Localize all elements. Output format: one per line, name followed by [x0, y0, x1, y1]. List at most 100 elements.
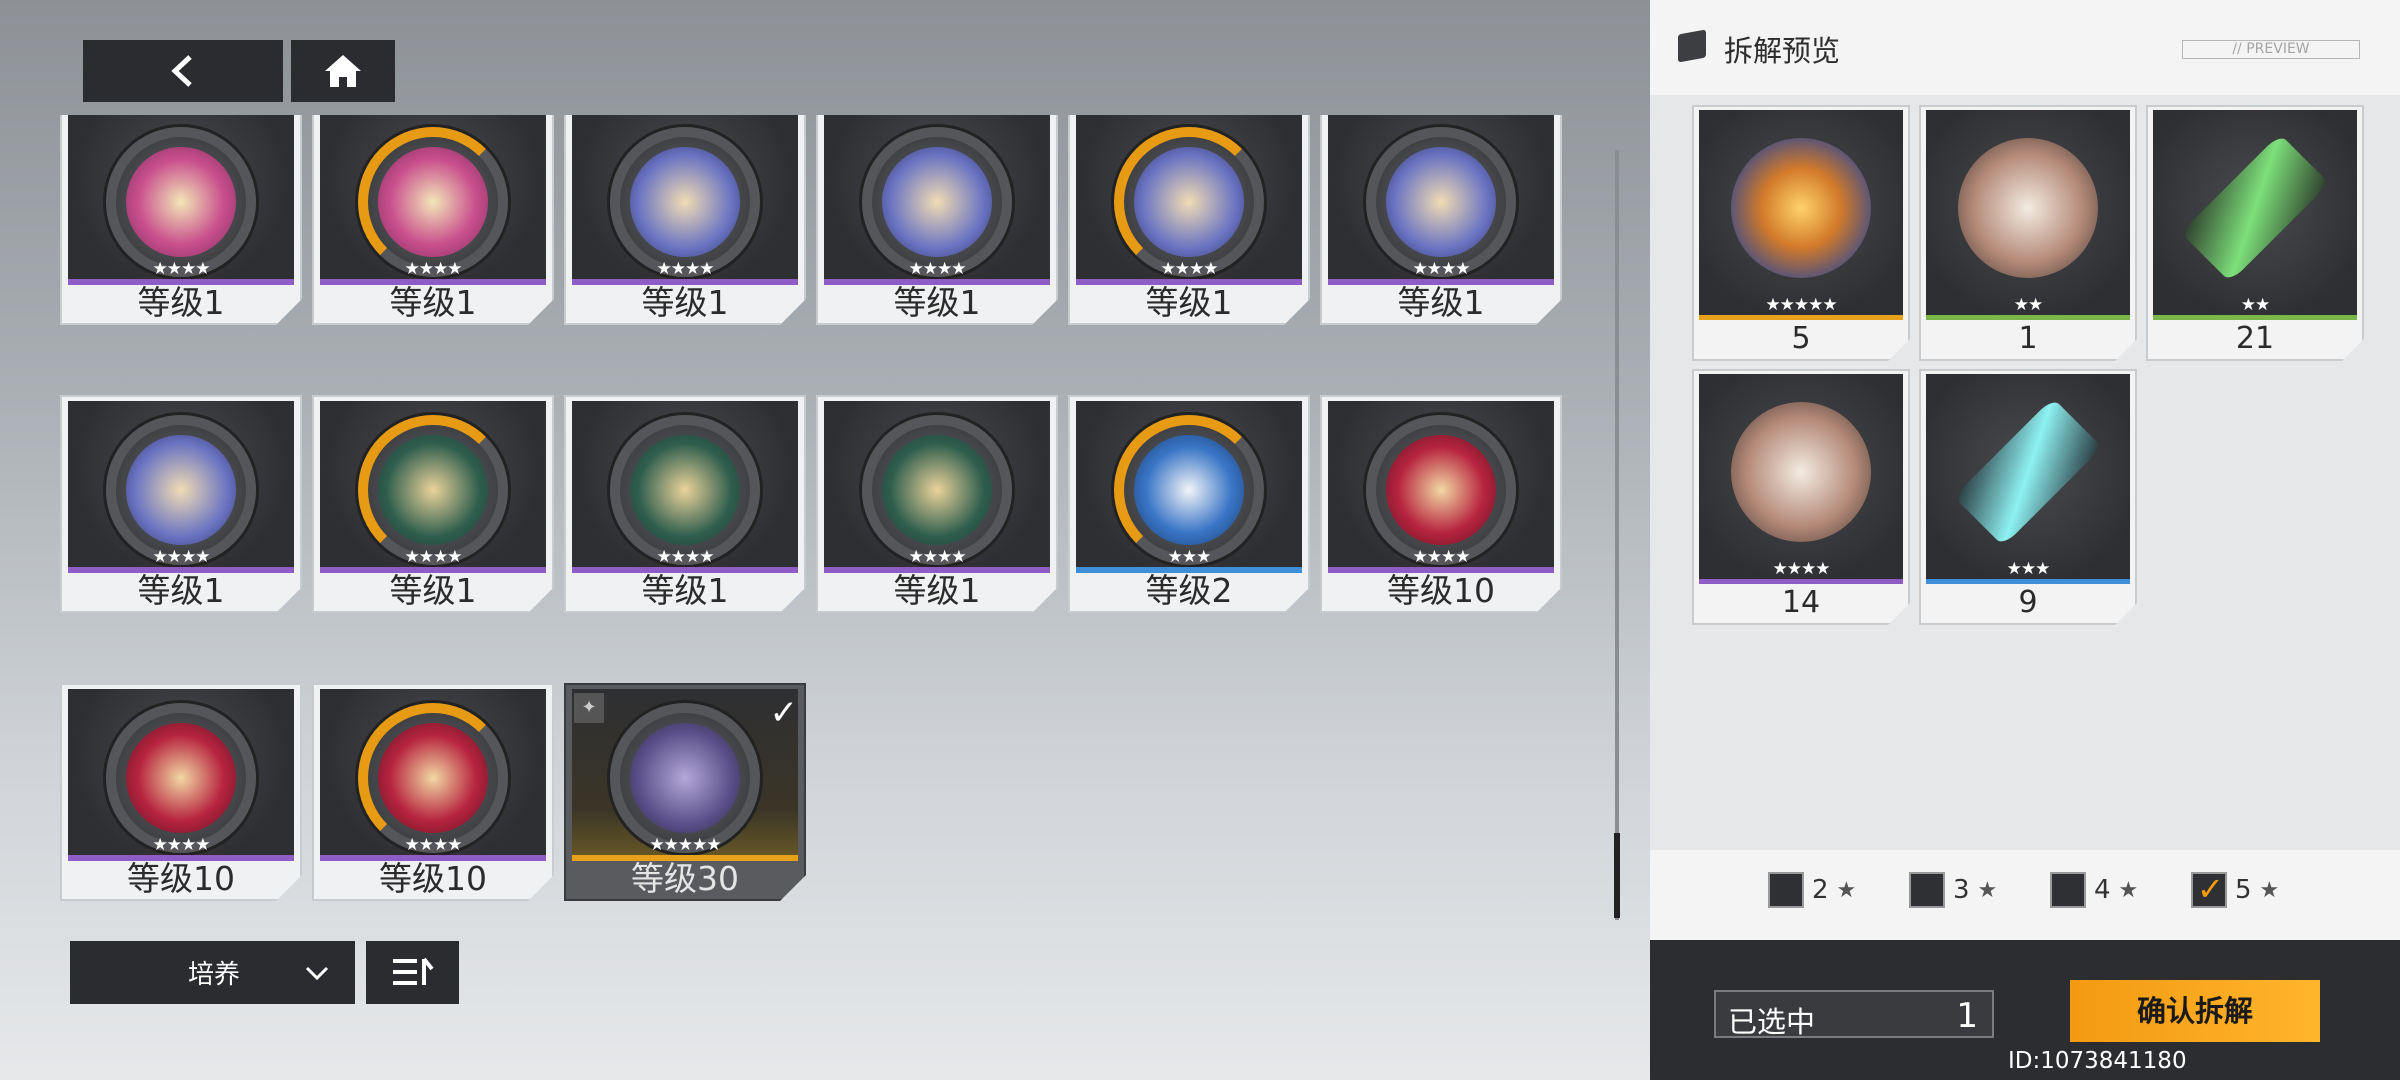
star-rating: ★★★★ [1160, 259, 1218, 279]
material-count: 5 [1791, 321, 1811, 356]
rarity-band [1699, 315, 1903, 320]
material-item[interactable]: ★★★★ 14 [1692, 369, 1910, 625]
sort-icon [392, 957, 434, 985]
filter-dropdown[interactable]: 培养 [70, 941, 355, 1004]
sort-button[interactable] [366, 941, 459, 1004]
gear-level: 等级10 [379, 859, 487, 898]
gear-card[interactable]: ★★★★ 等级1 [312, 115, 554, 325]
star-filter-label: 5 [2235, 875, 2252, 905]
star-rating: ★★★★ [656, 259, 714, 279]
gear-art: ★★★★ [320, 401, 546, 573]
rarity-band [1926, 579, 2130, 584]
star-rating: ★★★★★ [649, 835, 721, 855]
star-filter-4[interactable]: 4 ★ [2050, 870, 2138, 910]
gear-card[interactable]: ★★★ 等级2 [1068, 395, 1310, 613]
gear-level: 等级10 [1387, 571, 1495, 610]
gear-level: 等级10 [127, 859, 235, 898]
gear-level: 等级1 [1145, 283, 1233, 322]
gear-level: 等级1 [893, 283, 981, 322]
star-filter-label: 4 [2094, 875, 2111, 905]
helmet-emblem-icon [378, 435, 488, 545]
green-battery-icon [2181, 134, 2329, 282]
gear-art: ★★★★ [68, 689, 294, 861]
gear-art: ★★★★ [1328, 115, 1554, 285]
star-rating: ★★★★★ [1765, 295, 1837, 315]
gear-card[interactable]: ★★★★ 等级1 [564, 395, 806, 613]
scrollbar-track[interactable] [1615, 150, 1619, 920]
check-icon: ✓ [769, 693, 798, 733]
preview-tag: // PREVIEW [2182, 40, 2360, 59]
gear-card[interactable]: ★★★★ 等级1 [312, 395, 554, 613]
gear-card[interactable]: ★★★★ 等级1 [816, 115, 1058, 325]
gear-card[interactable]: ★★★★ 等级1 [1320, 115, 1562, 325]
star-filter-5[interactable]: 5★ [2191, 870, 2279, 910]
crest-emblem-icon [630, 147, 740, 257]
star-filter-label: 2 [1812, 875, 1829, 905]
gear-level: 等级1 [137, 571, 225, 610]
star-rating: ★★★★ [656, 547, 714, 567]
material-item[interactable]: ★★★ 9 [1919, 369, 2137, 625]
gear-art: ★★★★ [1076, 115, 1302, 285]
gear-card[interactable]: ★★★★ 等级1 [60, 115, 302, 325]
gear-art: ★★★★ [572, 401, 798, 573]
material-count: 1 [2018, 321, 2038, 356]
rarity-band [1699, 579, 1903, 584]
home-button[interactable] [291, 40, 395, 102]
star-filter-3[interactable]: 3 ★ [1909, 870, 1997, 910]
material-item[interactable]: ★★ 1 [1919, 105, 2137, 361]
gear-card[interactable]: ★★★★ 等级10 [60, 683, 302, 901]
lock-icon[interactable]: ✦ [574, 693, 604, 723]
home-icon [325, 55, 361, 87]
selected-label: 已选中 [1728, 1005, 1816, 1039]
gear-level: 等级1 [893, 571, 981, 610]
gear-card[interactable]: ★★★★ 等级1 [60, 395, 302, 613]
disassemble-panel: 拆解预览 // PREVIEW ★★★★★ 5 ★★ 1 ★★ 21 ★★★★ 14 ★★★ 9 … [1650, 0, 2400, 1080]
gear-card[interactable]: ★★★★ 等级10 [1320, 395, 1562, 613]
dragon-emblem-icon [126, 723, 236, 833]
star-rating: ★★ [2240, 295, 2270, 315]
star-rating: ★★★★ [908, 259, 966, 279]
checkbox[interactable] [1768, 872, 1804, 908]
star-rating: ★★★★ [152, 835, 210, 855]
gear-level: 等级1 [641, 283, 729, 322]
gear-grid: ★★★★ 等级1 ★★★★ 等级1 ★★★★ 等级1 ★★★★ 等级1 ★★★★ 等级1 ★★★★ 等… [60, 115, 1570, 915]
confirm-disassemble-button[interactable]: 确认拆解 [2070, 980, 2320, 1042]
rarity-band [1926, 315, 2130, 320]
gear-art: ★★★ [1076, 401, 1302, 573]
dragon-emblem-icon [378, 723, 488, 833]
material-art: ★★ [1926, 110, 2130, 320]
star-filter-2[interactable]: 2 ★ [1768, 870, 1856, 910]
gear-card[interactable]: ★★★★ 等级1 [816, 395, 1058, 613]
dragon-emblem-icon [1386, 435, 1496, 545]
scrollbar-thumb[interactable] [1614, 833, 1620, 918]
checkbox[interactable] [1909, 872, 1945, 908]
gear-art: ★★★★ [572, 115, 798, 285]
material-count: 14 [1781, 585, 1821, 620]
star-rating: ★★ [2013, 295, 2043, 315]
feather-book-icon [1958, 138, 2098, 278]
back-button[interactable] [83, 40, 283, 102]
chalice-emblem-icon [378, 147, 488, 257]
gear-art: ★★★★ [824, 115, 1050, 285]
star-rating: ★★★★ [404, 259, 462, 279]
helmet-emblem-icon [630, 435, 740, 545]
material-count: 21 [2235, 321, 2275, 356]
gear-level: 等级1 [641, 571, 729, 610]
gear-art: ★★★★ [68, 401, 294, 573]
gear-card[interactable]: ★★★★ 等级10 [312, 683, 554, 901]
gear-art: ★★★★ [1328, 401, 1554, 573]
gear-card[interactable]: ★★★★★ 等级30 ✓ ✦ [564, 683, 806, 901]
checkbox[interactable] [2191, 870, 2227, 908]
material-count: 9 [2018, 585, 2038, 620]
material-art: ★★★ [1926, 374, 2130, 584]
material-item[interactable]: ★★ 21 [2146, 105, 2364, 361]
swan-emblem-icon [1134, 435, 1244, 545]
material-item[interactable]: ★★★★★ 5 [1692, 105, 1910, 361]
checkbox[interactable] [2050, 872, 2086, 908]
material-art: ★★ [2153, 110, 2357, 320]
star-rating: ★★★ [1167, 547, 1211, 567]
gear-card[interactable]: ★★★★ 等级1 [564, 115, 806, 325]
chevron-left-icon [171, 55, 192, 87]
selected-count-box: 已选中 1 [1714, 990, 1994, 1039]
gear-card[interactable]: ★★★★ 等级1 [1068, 115, 1310, 325]
